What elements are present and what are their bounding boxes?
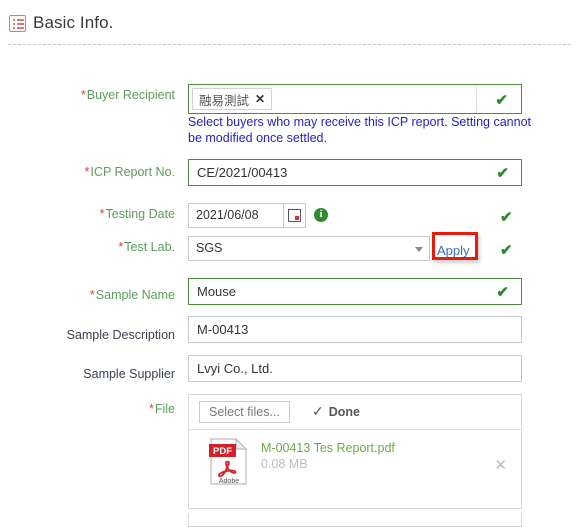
remove-file-icon[interactable]: ✕ — [494, 458, 507, 473]
field-sample-supplier: Lvyi Co., Ltd. — [188, 355, 522, 382]
label-icp-report-no: *ICP Report No. — [0, 165, 175, 179]
label-buyer-recipient: *Buyer Recipient — [0, 88, 175, 102]
required-asterisk: * — [99, 207, 105, 221]
label-text: File — [154, 402, 175, 416]
label-text: Sample Name — [95, 288, 175, 302]
annotation-highlight-box — [432, 232, 478, 260]
upload-status: ✓ Done — [312, 403, 360, 420]
list-icon — [9, 14, 26, 32]
pdf-file-icon: PDF Adobe — [209, 437, 249, 486]
field-buyer-recipient: 融易測試 ✕ ✔ — [188, 84, 522, 114]
required-asterisk: * — [80, 88, 86, 102]
chevron-down-icon[interactable] — [415, 247, 423, 252]
select-files-button[interactable]: Select files... — [199, 401, 290, 423]
svg-text:PDF: PDF — [213, 446, 232, 457]
file-list-item: PDF Adobe M-00413 Tes Report.pdf 0.08 MB… — [189, 430, 521, 508]
valid-check-icon: ✔ — [496, 284, 509, 301]
valid-check-icon: ✔ — [500, 242, 513, 259]
testing-date-input[interactable]: 2021/06/08 — [188, 203, 306, 228]
file-size: 0.08 MB — [261, 457, 308, 471]
file-info: M-00413 Tes Report.pdf 0.08 MB — [261, 440, 395, 472]
test-lab-selected-value: SGS — [196, 241, 223, 255]
buyer-recipient-tag[interactable]: 融易測試 ✕ — [192, 88, 273, 110]
valid-check-icon: ✔ — [495, 92, 508, 109]
sample-supplier-input[interactable]: Lvyi Co., Ltd. — [188, 355, 522, 382]
field-sample-name: Mouse ✔ — [188, 278, 522, 305]
info-icon[interactable]: i — [314, 208, 328, 222]
label-sample-description: Sample Description — [66, 328, 175, 342]
label-sample-name: *Sample Name — [0, 288, 175, 302]
label-text: Testing Date — [105, 207, 175, 221]
file-upload-panel: Select files... ✓ Done PDF Adobe M-00413… — [188, 394, 522, 509]
svg-text:Adobe: Adobe — [219, 478, 239, 485]
label-text: ICP Report No. — [90, 165, 175, 179]
file-toolbar: Select files... ✓ Done — [189, 395, 521, 430]
panel-bottom-edge — [188, 513, 522, 527]
required-asterisk: * — [84, 165, 90, 179]
check-icon: ✓ — [312, 403, 324, 419]
header-divider — [8, 44, 571, 45]
tag-label: 融易測試 — [199, 93, 250, 108]
field-icp-report-no: CE/2021/00413 ✔ — [188, 159, 522, 186]
test-lab-select[interactable]: SGS — [188, 236, 430, 261]
label-testing-date: *Testing Date — [0, 207, 175, 221]
valid-check-icon: ✔ — [496, 165, 509, 182]
sample-name-input[interactable]: Mouse — [188, 278, 522, 305]
tag-remove-icon[interactable]: ✕ — [255, 92, 265, 106]
label-sample-supplier: Sample Supplier — [83, 367, 175, 381]
required-asterisk: * — [89, 288, 95, 302]
upload-status-label: Done — [328, 404, 360, 419]
field-testing-date: 2021/06/08 i — [188, 203, 328, 228]
valid-check-icon: ✔ — [500, 209, 513, 226]
icp-report-no-input[interactable]: CE/2021/00413 — [188, 159, 522, 186]
required-asterisk: * — [148, 402, 154, 416]
label-text: Test Lab. — [124, 240, 175, 254]
section-header: Basic Info. — [9, 13, 113, 33]
file-name[interactable]: M-00413 Tes Report.pdf — [261, 441, 395, 455]
sample-description-input[interactable]: M-00413 — [188, 316, 522, 343]
label-file: *File — [0, 402, 175, 416]
buyer-recipient-hint: Select buyers who may receive this ICP r… — [188, 115, 531, 145]
label-text: Buyer Recipient — [86, 88, 175, 102]
field-file: Select files... ✓ Done PDF Adobe M-00413… — [188, 394, 522, 509]
field-sample-description: M-00413 — [188, 316, 522, 343]
required-asterisk: * — [118, 240, 124, 254]
field-test-lab: SGS — [188, 236, 430, 261]
label-test-lab: *Test Lab. — [0, 240, 175, 254]
buyer-recipient-tag-input[interactable]: 融易測試 ✕ ✔ — [188, 84, 522, 114]
testing-date-value: 2021/06/08 — [196, 208, 259, 222]
field-divider — [476, 85, 477, 113]
calendar-icon[interactable] — [283, 203, 306, 228]
page-title: Basic Info. — [33, 13, 114, 32]
